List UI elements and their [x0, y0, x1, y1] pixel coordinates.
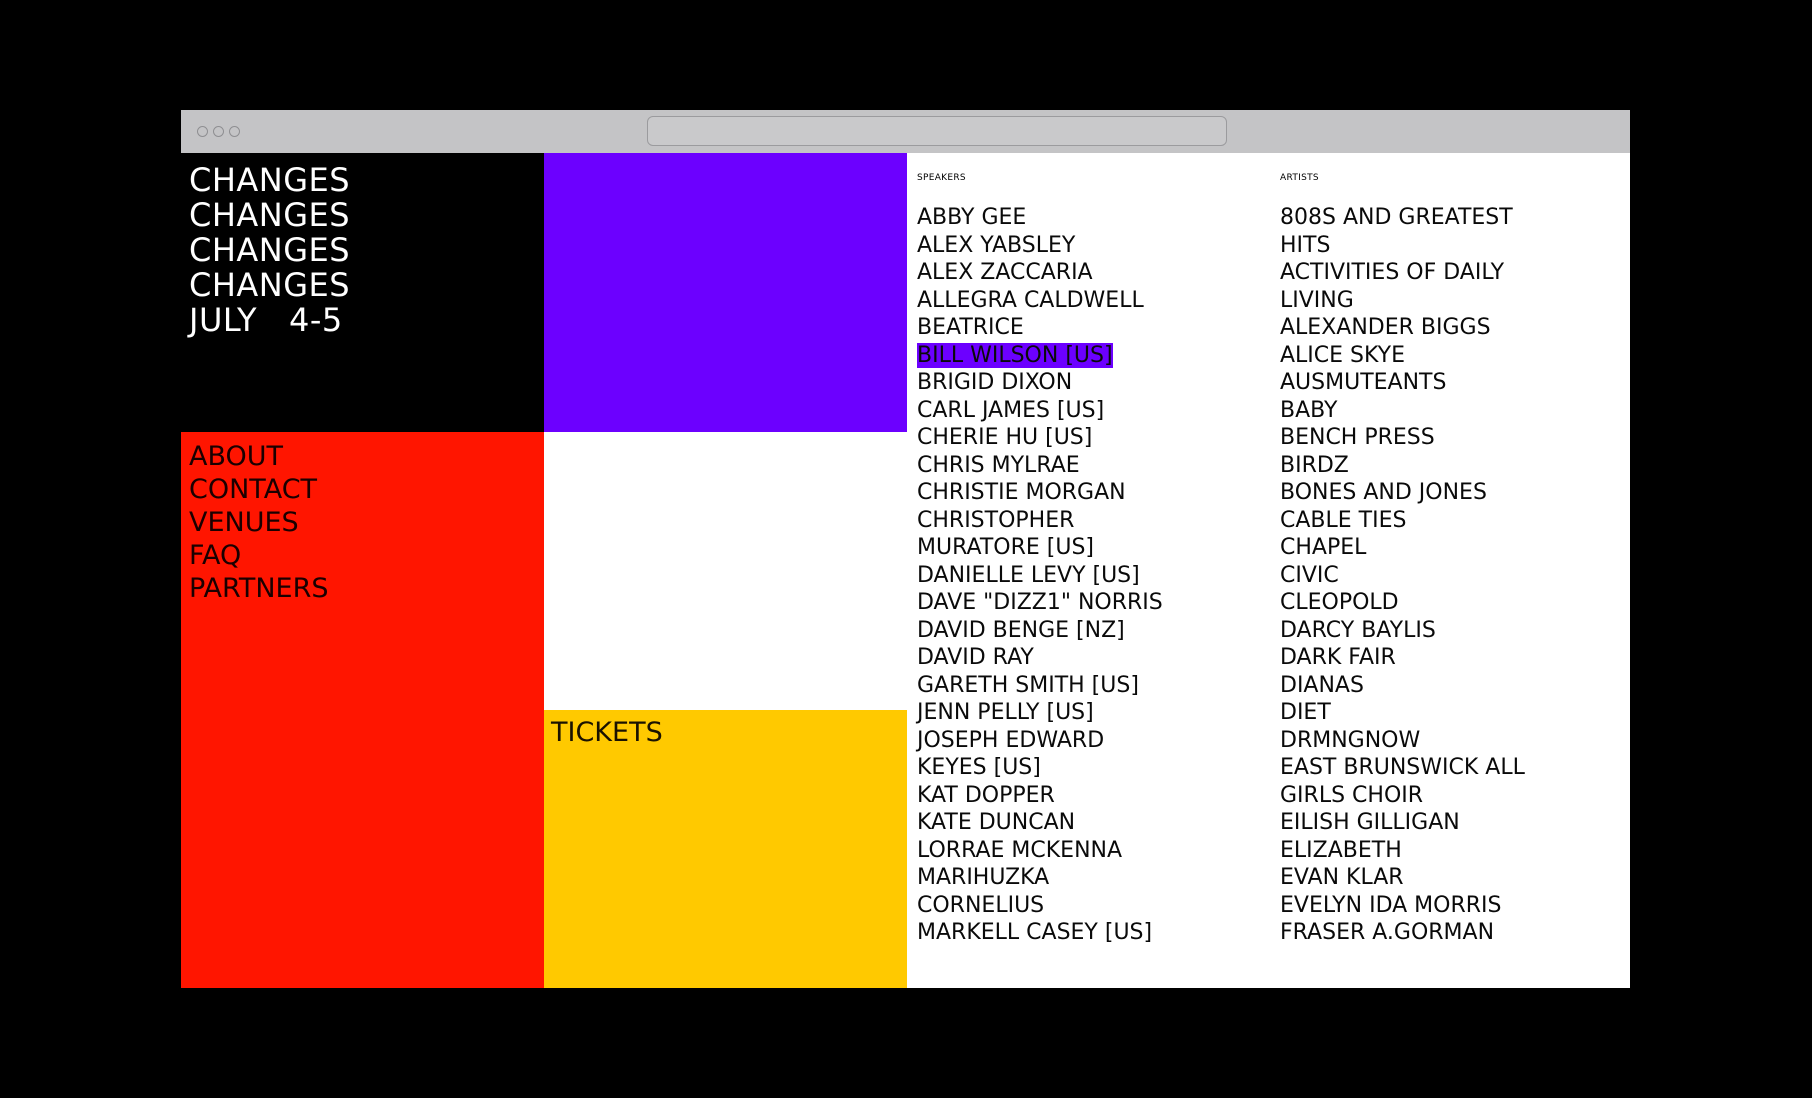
artists-heading: ARTISTS: [1280, 173, 1319, 183]
nav-link-faq[interactable]: FAQ: [189, 539, 544, 572]
artists-list: 808S AND GREATEST HITS ACTIVITIES OF DAILY…: [1280, 204, 1525, 947]
nav-link-venues[interactable]: VENUES: [189, 506, 544, 539]
artist-list-item[interactable]: HITS: [1280, 232, 1525, 260]
artist-list-item[interactable]: ALICE SKYE: [1280, 342, 1525, 370]
speaker-list-item[interactable]: KEYES [US]: [917, 754, 1163, 782]
speakers-heading: SPEAKERS: [917, 173, 966, 183]
artist-list-item[interactable]: ALEXANDER BIGGS: [1280, 314, 1525, 342]
artist-list-item[interactable]: CABLE TIES: [1280, 507, 1525, 535]
nav-link-about[interactable]: ABOUT: [189, 440, 544, 473]
lineup-panel: SPEAKERS ABBY GEE ALEX YABSLEY ALEX ZACCAR…: [907, 153, 1630, 988]
browser-window: CHANGES CHANGES CHANGES CHANGES JULY 4-5 ABO…: [181, 110, 1630, 988]
speakers-column: SPEAKERS ABBY GEE ALEX YABSLEY ALEX ZACCAR…: [917, 153, 1163, 947]
speaker-list-item[interactable]: KATE DUNCAN: [917, 809, 1163, 837]
speaker-list-item[interactable]: CORNELIUS: [917, 892, 1163, 920]
speaker-list-item[interactable]: DAVID BENGE [NZ]: [917, 617, 1163, 645]
speaker-list-item[interactable]: LORRAE MCKENNA: [917, 837, 1163, 865]
speaker-list-item[interactable]: GARETH SMITH [US]: [917, 672, 1163, 700]
minimize-window-dot[interactable]: [213, 126, 224, 137]
speaker-list-item[interactable]: KAT DOPPER: [917, 782, 1163, 810]
artist-list-item[interactable]: DIANAS: [1280, 672, 1525, 700]
speaker-list-item[interactable]: BILL WILSON [US]: [917, 342, 1163, 370]
speaker-list-item[interactable]: CARL JAMES [US]: [917, 397, 1163, 425]
logo[interactable]: CHANGES CHANGES CHANGES CHANGES JULY 4-5: [189, 163, 544, 338]
logo-line: CHANGES: [189, 161, 351, 199]
speaker-list-item[interactable]: JOSEPH EDWARD: [917, 727, 1163, 755]
artist-list-item[interactable]: DARCY BAYLIS: [1280, 617, 1525, 645]
speaker-list-item[interactable]: DANIELLE LEVY [US]: [917, 562, 1163, 590]
speaker-list-item[interactable]: MARIHUZKA: [917, 864, 1163, 892]
speakers-list: ABBY GEE ALEX YABSLEY ALEX ZACCARIA ALLEGRA…: [917, 204, 1163, 947]
browser-chrome: [181, 110, 1630, 153]
speaker-list-item[interactable]: MARKELL CASEY [US]: [917, 919, 1163, 947]
artists-column: ARTISTS 808S AND GREATEST HITS ACTIVITIES …: [1280, 153, 1525, 947]
logo-line: CHANGES: [189, 231, 351, 269]
artist-list-item[interactable]: EVELYN IDA MORRIS: [1280, 892, 1525, 920]
speaker-list-item[interactable]: CHRIS MYLRAE: [917, 452, 1163, 480]
artist-list-item[interactable]: BONES AND JONES: [1280, 479, 1525, 507]
window-controls: [197, 126, 240, 137]
maximize-window-dot[interactable]: [229, 126, 240, 137]
artist-list-item[interactable]: FRASER A.GORMAN: [1280, 919, 1525, 947]
artist-list-item[interactable]: EAST BRUNSWICK ALL: [1280, 754, 1525, 782]
speaker-list-item[interactable]: BEATRICE: [917, 314, 1163, 342]
highlighted-name[interactable]: BILL WILSON [US]: [917, 342, 1113, 368]
artist-list-item[interactable]: ELIZABETH: [1280, 837, 1525, 865]
purple-block: [544, 153, 907, 432]
logo-line: JULY 4-5: [189, 301, 343, 339]
artist-list-item[interactable]: DARK FAIR: [1280, 644, 1525, 672]
artist-list-item[interactable]: GIRLS CHOIR: [1280, 782, 1525, 810]
artist-list-item[interactable]: EILISH GILLIGAN: [1280, 809, 1525, 837]
speaker-list-item[interactable]: CHRISTOPHER: [917, 507, 1163, 535]
nav-link-partners[interactable]: PARTNERS: [189, 572, 544, 605]
artist-list-item[interactable]: DIET: [1280, 699, 1525, 727]
speaker-list-item[interactable]: ALEX ZACCARIA: [917, 259, 1163, 287]
artist-list-item[interactable]: AUSMUTEANTS: [1280, 369, 1525, 397]
nav-link-contact[interactable]: CONTACT: [189, 473, 544, 506]
speaker-list-item[interactable]: MURATORE [US]: [917, 534, 1163, 562]
white-block: [544, 432, 907, 710]
artist-list-item[interactable]: CHAPEL: [1280, 534, 1525, 562]
logo-panel: CHANGES CHANGES CHANGES CHANGES JULY 4-5: [181, 153, 544, 432]
speaker-list-item[interactable]: CHERIE HU [US]: [917, 424, 1163, 452]
artist-list-item[interactable]: ACTIVITIES OF DAILY: [1280, 259, 1525, 287]
logo-line: CHANGES: [189, 196, 351, 234]
speaker-list-item[interactable]: CHRISTIE MORGAN: [917, 479, 1163, 507]
speaker-list-item[interactable]: ALLEGRA CALDWELL: [917, 287, 1163, 315]
tickets-panel: TICKETS: [544, 710, 907, 988]
main-nav: ABOUT CONTACT VENUES FAQ PARTNERS: [189, 440, 544, 605]
address-bar[interactable]: [647, 116, 1227, 146]
artist-list-item[interactable]: 808S AND GREATEST: [1280, 204, 1525, 232]
artist-list-item[interactable]: CIVIC: [1280, 562, 1525, 590]
artist-list-item[interactable]: LIVING: [1280, 287, 1525, 315]
tickets-link[interactable]: TICKETS: [551, 716, 907, 749]
speaker-list-item[interactable]: JENN PELLY [US]: [917, 699, 1163, 727]
speaker-list-item[interactable]: ALEX YABSLEY: [917, 232, 1163, 260]
speaker-list-item[interactable]: DAVE "DIZZ1" NORRIS: [917, 589, 1163, 617]
artist-list-item[interactable]: BABY: [1280, 397, 1525, 425]
speaker-list-item[interactable]: DAVID RAY: [917, 644, 1163, 672]
artist-list-item[interactable]: DRMNGNOW: [1280, 727, 1525, 755]
artist-list-item[interactable]: CLEOPOLD: [1280, 589, 1525, 617]
speaker-list-item[interactable]: ABBY GEE: [917, 204, 1163, 232]
artist-list-item[interactable]: BIRDZ: [1280, 452, 1525, 480]
speaker-list-item[interactable]: BRIGID DIXON: [917, 369, 1163, 397]
artist-list-item[interactable]: BENCH PRESS: [1280, 424, 1525, 452]
nav-panel: ABOUT CONTACT VENUES FAQ PARTNERS: [181, 432, 544, 988]
artist-list-item[interactable]: EVAN KLAR: [1280, 864, 1525, 892]
logo-line: CHANGES: [189, 266, 351, 304]
close-window-dot[interactable]: [197, 126, 208, 137]
